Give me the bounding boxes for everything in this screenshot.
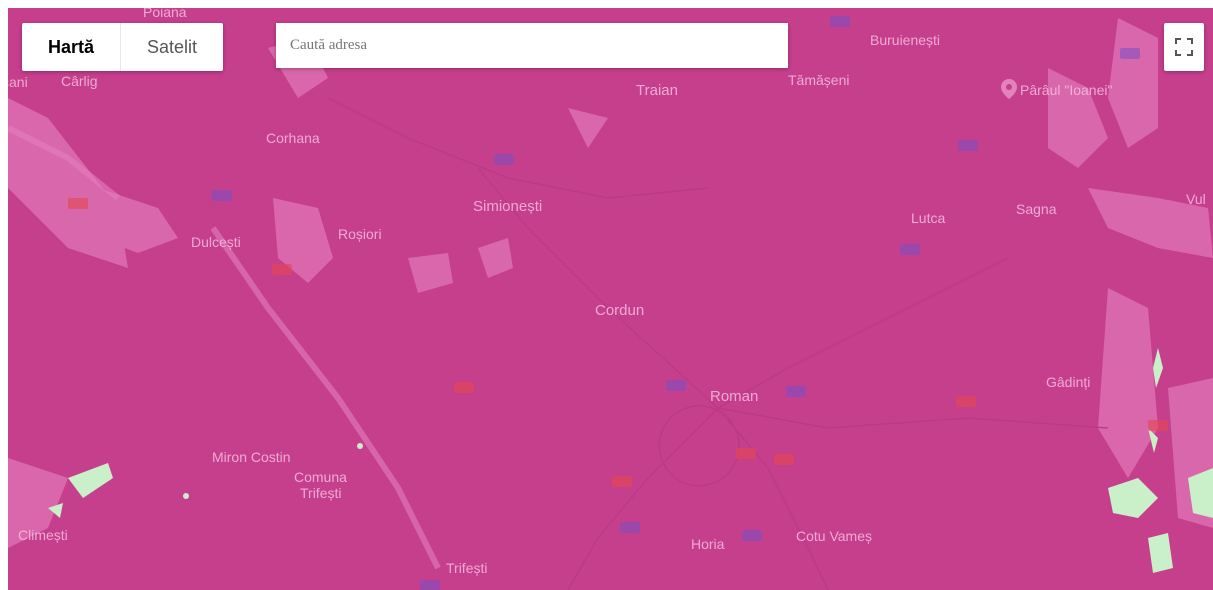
map-place-label: Dulcești (191, 234, 241, 250)
road-shield (956, 396, 976, 407)
map-place-label: Tămășeni (788, 72, 850, 88)
map-place-label: Roșiori (338, 226, 382, 242)
map-place-label: Cotu Vameș (796, 528, 872, 544)
road-shield (774, 454, 794, 465)
road-shield (212, 190, 232, 201)
road-shield (494, 154, 514, 165)
map-place-label: Lutca (911, 210, 946, 226)
road-shield (736, 448, 756, 459)
fullscreen-button[interactable] (1164, 23, 1204, 71)
map-place-label: Poiana (143, 8, 187, 20)
map-place-label: Corhana (266, 130, 320, 146)
map-place-label: Trifești (446, 560, 488, 576)
map-place-label: Traian (636, 82, 678, 99)
road-shield (900, 244, 920, 255)
map-place-label: Comuna (294, 469, 347, 485)
address-search-input[interactable] (276, 23, 788, 68)
road-shield (830, 16, 850, 27)
road-shield (620, 522, 640, 533)
map-place-label: Roman (710, 388, 759, 405)
road-shield (958, 140, 978, 151)
map-pin-icon (1001, 79, 1017, 99)
map-place-label: Trifești (300, 485, 342, 501)
road-shield (1120, 48, 1140, 59)
road-shield (420, 580, 440, 590)
map-place-label: Sagna (1016, 201, 1057, 217)
map-place-label: Miron Costin (212, 449, 291, 465)
road-shield (1148, 420, 1168, 431)
road-shield (666, 380, 686, 391)
map-place-label: Buruienești (870, 32, 941, 48)
map-place-label: Simionești (473, 198, 543, 215)
road-shield (612, 476, 632, 487)
map-canvas[interactable]: Poiana cani Cârlig Traian Buruienești Tă… (8, 8, 1213, 590)
map-type-map-button[interactable]: Hartă (22, 23, 120, 71)
road-shield (68, 198, 88, 209)
poi-label: Pârâul "Ioanei" (1020, 82, 1113, 98)
map-place-label: Cordun (595, 302, 645, 319)
road-shield (272, 264, 292, 275)
map-place-label: cani (8, 74, 28, 90)
map-type-satellite-button[interactable]: Satelit (121, 23, 223, 71)
road-shield (454, 382, 474, 393)
map-place-label: Horia (691, 536, 725, 552)
map-place-label: Gâdinți (1046, 374, 1091, 390)
map-type-toggle: Hartă Satelit (22, 23, 224, 71)
road-shield (786, 386, 806, 397)
map-place-label: Cârlig (61, 73, 98, 89)
fullscreen-icon (1175, 38, 1193, 56)
map-place-label: Vul (1186, 191, 1206, 207)
map-place-label: Climești (18, 527, 68, 543)
road-shield (742, 530, 762, 541)
